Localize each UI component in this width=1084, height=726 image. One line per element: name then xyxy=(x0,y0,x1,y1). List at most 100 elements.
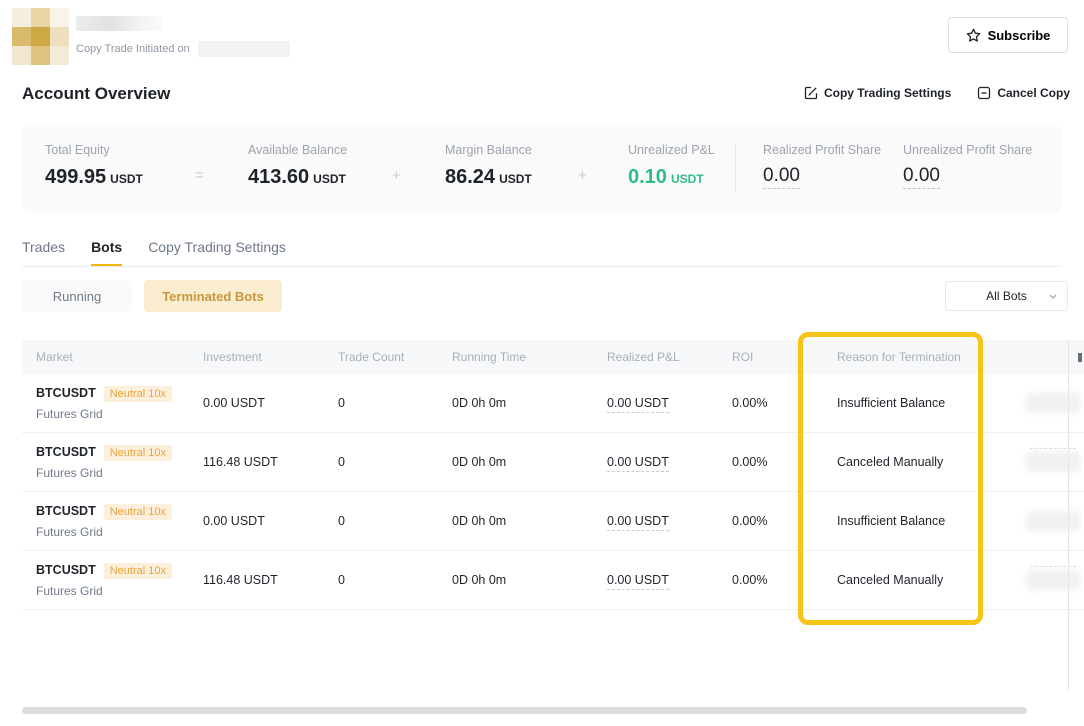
table-row[interactable]: BTCUSDT Neutral 10x Futures Grid 0.00 USD… xyxy=(22,374,1084,433)
strategy-type: Futures Grid xyxy=(36,407,203,421)
blurred-action[interactable] xyxy=(1026,393,1080,413)
leverage-badge: Neutral 10x xyxy=(104,563,172,579)
strategy-type: Futures Grid xyxy=(36,466,203,480)
account-stats-bar: Total Equity 499.95USDT = Available Bala… xyxy=(22,125,1062,212)
plus-operator: + xyxy=(392,167,401,184)
tab-bots[interactable]: Bots xyxy=(91,239,122,267)
market-symbol: BTCUSDT xyxy=(36,504,96,518)
equals-operator: = xyxy=(195,167,204,184)
available-balance-label: Available Balance xyxy=(248,143,347,157)
blurred-action[interactable] xyxy=(1026,570,1080,590)
reason-cell: Insufficient Balance xyxy=(837,396,1027,410)
table-row[interactable]: BTCUSDTNeutral 10x Futures Grid 116.48 U… xyxy=(22,433,1084,492)
stats-divider xyxy=(735,145,736,192)
running-time-cell: 0D 0h 0m xyxy=(452,573,607,587)
action-cell xyxy=(1027,374,1084,432)
realized-pnl-cell: 0.00 USDT xyxy=(607,514,732,528)
realized-profit-share-label: Realized Profit Share xyxy=(763,143,881,157)
roi-cell: 0.00% xyxy=(732,396,837,410)
col-realized-pnl: Realized P&L xyxy=(607,350,732,364)
col-reason-for-termination: Reason for Termination xyxy=(837,350,1027,364)
cancel-copy-label: Cancel Copy xyxy=(997,86,1070,100)
trade-count-cell: 0 xyxy=(338,455,452,469)
running-time-cell: 0D 0h 0m xyxy=(452,396,607,410)
total-equity-stat: Total Equity 499.95USDT xyxy=(45,125,143,162)
pinned-column-divider xyxy=(1068,340,1069,690)
terminated-bots-filter-button[interactable]: Terminated Bots xyxy=(144,280,282,312)
terminated-bots-table: Market Investment Trade Count Running Ti… xyxy=(22,340,1084,610)
roi-cell: 0.00% xyxy=(732,514,837,528)
subscribe-label: Subscribe xyxy=(988,28,1051,43)
star-icon xyxy=(966,28,981,43)
investment-cell: 0.00 USDT xyxy=(203,514,338,528)
strategy-type: Futures Grid xyxy=(36,525,203,539)
tabs-divider xyxy=(22,266,1062,267)
plus-operator: + xyxy=(578,167,587,184)
action-cell xyxy=(1027,492,1084,550)
available-balance-unit: USDT xyxy=(313,172,346,186)
margin-balance-label: Margin Balance xyxy=(445,143,532,157)
subscribe-button[interactable]: Subscribe xyxy=(948,17,1068,53)
unrealized-pnl-stat: Unrealized P&L 0.10USDT xyxy=(628,125,715,162)
market-cell: BTCUSDTNeutral 10x Futures Grid xyxy=(36,563,203,598)
copy-trade-initiated-label: Copy Trade Initiated on xyxy=(76,43,190,55)
running-time-cell: 0D 0h 0m xyxy=(452,514,607,528)
initiated-date-blurred xyxy=(198,41,290,57)
available-balance-value: 413.60 xyxy=(248,166,309,188)
table-row[interactable]: BTCUSDTNeutral 10x Futures Grid 116.48 U… xyxy=(22,551,1084,610)
chevron-down-icon xyxy=(1049,294,1057,299)
tab-copy-trading-settings[interactable]: Copy Trading Settings xyxy=(148,239,286,267)
pencil-square-icon xyxy=(804,86,818,100)
blurred-action-underline xyxy=(1030,566,1076,567)
table-header-row: Market Investment Trade Count Running Ti… xyxy=(22,340,1084,374)
horizontal-scrollbar[interactable] xyxy=(22,707,1027,714)
market-cell: BTCUSDT Neutral 10x Futures Grid xyxy=(36,386,203,421)
reason-cell: Canceled Manually xyxy=(837,573,1027,587)
cancel-copy-button[interactable]: Cancel Copy xyxy=(977,86,1070,100)
col-trade-count: Trade Count xyxy=(338,350,452,364)
copy-trading-settings-button[interactable]: Copy Trading Settings xyxy=(804,86,951,100)
total-equity-value: 499.95 xyxy=(45,166,106,188)
leverage-badge: Neutral 10x xyxy=(104,386,172,402)
realized-profit-share-value: 0.00 xyxy=(763,165,800,189)
roi-cell: 0.00% xyxy=(732,455,837,469)
unrealized-pnl-label: Unrealized P&L xyxy=(628,143,715,157)
action-cell xyxy=(1027,551,1084,609)
margin-balance-stat: Margin Balance 86.24USDT xyxy=(445,125,532,162)
investment-cell: 116.48 USDT xyxy=(203,573,338,587)
realized-pnl-cell: 0.00 USDT xyxy=(607,396,732,410)
unrealized-profit-share-label: Unrealized Profit Share xyxy=(903,143,1032,157)
market-symbol: BTCUSDT xyxy=(36,386,96,400)
blurred-action[interactable] xyxy=(1026,452,1080,472)
market-cell: BTCUSDT Neutral 10x Futures Grid xyxy=(36,445,203,480)
total-equity-unit: USDT xyxy=(110,172,143,186)
unrealized-profit-share-value: 0.00 xyxy=(903,165,940,189)
unrealized-pnl-unit: USDT xyxy=(671,172,704,186)
reason-cell: Insufficient Balance xyxy=(837,514,1027,528)
margin-balance-value: 86.24 xyxy=(445,166,495,188)
page-title: Account Overview xyxy=(22,84,170,104)
trade-count-cell: 0 xyxy=(338,573,452,587)
leverage-badge: Neutral 10x xyxy=(104,445,172,461)
table-row[interactable]: BTCUSDTNeutral 10x Futures Grid 0.00 USD… xyxy=(22,492,1084,551)
running-filter-button[interactable]: Running xyxy=(22,280,132,312)
bot-type-dropdown[interactable]: All Bots xyxy=(945,281,1068,311)
copy-trading-settings-label: Copy Trading Settings xyxy=(824,86,951,100)
reason-cell: Canceled Manually xyxy=(837,455,1027,469)
available-balance-stat: Available Balance 413.60USDT xyxy=(248,125,347,162)
col-roi: ROI xyxy=(732,350,837,364)
tab-trades[interactable]: Trades xyxy=(22,239,65,267)
realized-profit-share-stat: Realized Profit Share 0.00 xyxy=(763,125,881,161)
blurred-action[interactable] xyxy=(1026,511,1080,531)
trader-avatar xyxy=(12,8,69,65)
margin-balance-unit: USDT xyxy=(499,172,532,186)
trade-count-cell: 0 xyxy=(338,396,452,410)
trade-count-cell: 0 xyxy=(338,514,452,528)
running-time-cell: 0D 0h 0m xyxy=(452,455,607,469)
strategy-type: Futures Grid xyxy=(36,584,203,598)
unrealized-profit-share-stat: Unrealized Profit Share 0.00 xyxy=(903,125,1032,161)
market-symbol: BTCUSDT xyxy=(36,445,96,459)
roi-cell: 0.00% xyxy=(732,573,837,587)
clipped-column-fragment xyxy=(1078,353,1082,362)
action-cell xyxy=(1027,433,1084,491)
